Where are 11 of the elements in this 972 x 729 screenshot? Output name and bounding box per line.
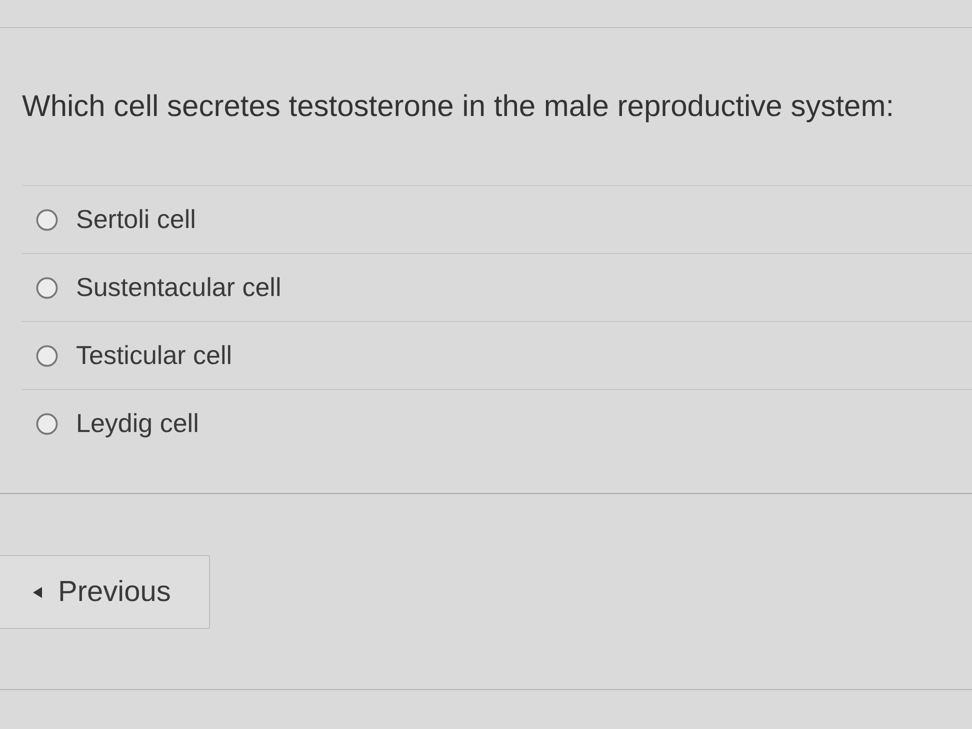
question-text: Which cell secretes testosterone in the male reproductive system: xyxy=(22,90,894,124)
previous-button[interactable]: Previous xyxy=(0,555,210,629)
option-label[interactable]: Sustentacular cell xyxy=(76,272,282,303)
option-label[interactable]: Leydig cell xyxy=(76,408,199,439)
radio-button[interactable] xyxy=(36,208,58,230)
option-label[interactable]: Testicular cell xyxy=(76,340,232,371)
option-label[interactable]: Sertoli cell xyxy=(76,204,196,235)
radio-button[interactable] xyxy=(36,412,58,434)
radio-button[interactable] xyxy=(36,344,58,366)
radio-button[interactable] xyxy=(36,276,58,298)
caret-left-icon xyxy=(33,586,42,598)
